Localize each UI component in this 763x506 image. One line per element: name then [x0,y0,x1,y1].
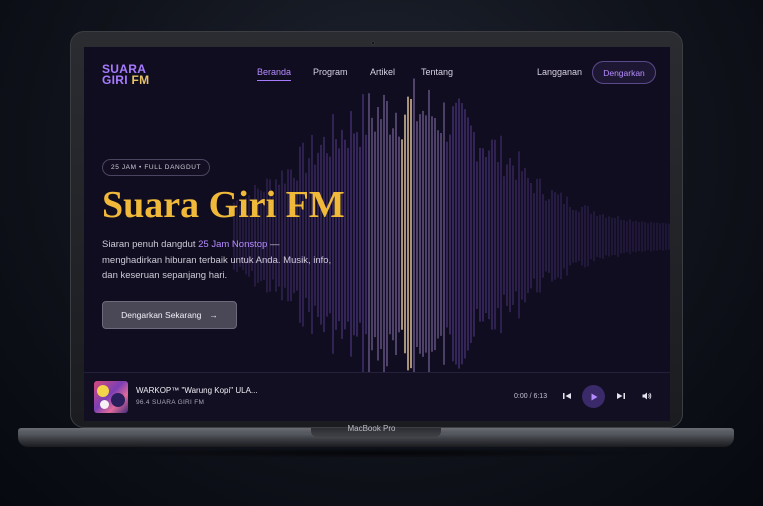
screen: SUARA GIRI FM Beranda Program Artikel Te… [84,47,670,421]
nav-artikel[interactable]: Artikel [370,67,395,77]
nav-beranda[interactable]: Beranda [257,67,291,77]
volume-icon[interactable] [641,390,653,402]
logo[interactable]: SUARA GIRI FM [102,63,150,87]
play-icon [591,393,597,400]
previous-icon[interactable] [561,390,573,402]
logo-line-2: GIRI FM [102,73,150,87]
audio-player: WARKOP™ "Warung Kopi" ULA... 96.4 SUARA … [84,372,670,421]
station-name: 96.4 SUARA GIRI FM [136,399,205,406]
next-icon[interactable] [615,390,627,402]
track-title: WARKOP™ "Warung Kopi" ULA... [136,386,258,395]
sound-wave-graphic [233,78,670,388]
desc-highlight: 25 Jam Nonstop [198,239,268,250]
track-time: 0:00 / 6:13 [514,393,548,400]
nav-program[interactable]: Program [313,67,348,77]
nav-active-indicator [257,80,291,81]
desc-text-1: Siaran penuh dangdut [102,239,199,250]
logo-giri: GIRI [102,73,128,87]
cta-label: Dengarkan Sekarang [121,310,202,320]
logo-fm: FM [131,73,150,87]
hero-badge: 25 JAM • FULL DANGDUT [102,159,211,176]
listen-now-button[interactable]: Dengarkan Sekarang → [102,301,237,329]
hero-title: Suara Giri FM [102,184,345,226]
album-cover [94,381,128,413]
arrow-right-icon: → [209,310,218,320]
hero-description: Siaran penuh dangdut 25 Jam Nonstop — me… [102,237,342,284]
nav-tentang[interactable]: Tentang [421,67,453,77]
camera [371,41,375,45]
play-button[interactable] [582,385,605,408]
subscribe-link[interactable]: Langganan [537,67,582,77]
device-label: MacBook Pro [347,424,396,433]
listen-button[interactable]: Dengarkan [592,61,656,84]
laptop-shadow [90,448,670,458]
